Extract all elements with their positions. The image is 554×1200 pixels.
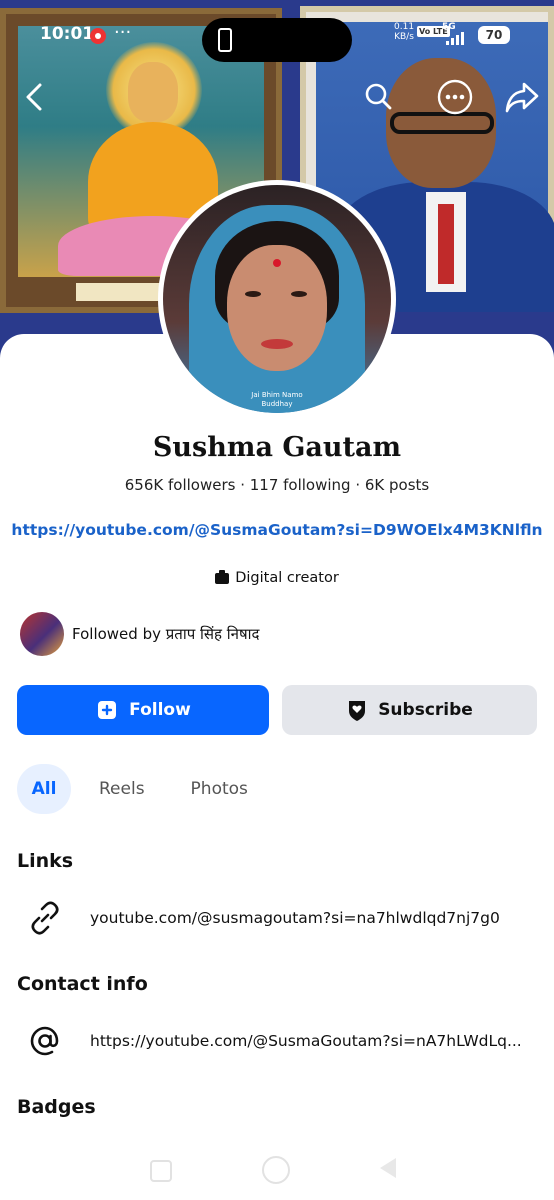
avatar-caption: Jai Bhim Namo Buddhay (251, 391, 303, 408)
links-item-text: youtube.com/@susmagoutam?si=na7hlwdlqd7n… (90, 909, 500, 927)
more-options-icon[interactable] (436, 78, 474, 116)
subscribe-button[interactable]: Subscribe (282, 685, 537, 735)
followed-by-text: Followed by प्रताप सिंह निषाद (72, 625, 260, 643)
briefcase-icon (215, 569, 230, 584)
youtube-notification-icon (90, 28, 106, 44)
contact-item[interactable]: https://youtube.com/@SusmaGoutam?si=nA7h… (26, 1021, 522, 1061)
battery-indicator: 70 (478, 26, 510, 44)
mutual-follower[interactable]: Followed by प्रताप सिंह निषाद (20, 612, 259, 656)
profile-stats[interactable]: 656K followers · 117 following · 6K post… (0, 476, 554, 494)
subscribe-shield-icon (349, 701, 366, 721)
profile-name: Sushma Gautam (152, 432, 402, 463)
mutual-follower-avatar (20, 612, 64, 656)
search-icon[interactable] (360, 78, 396, 114)
contact-item-text: https://youtube.com/@SusmaGoutam?si=nA7h… (90, 1032, 522, 1050)
tab-all[interactable]: All (17, 764, 71, 814)
follow-button[interactable]: Follow (17, 685, 269, 735)
status-time: 10:01 (40, 24, 95, 44)
network-type: 5G (442, 22, 456, 32)
home-icon[interactable] (262, 1156, 290, 1184)
follow-label: Follow (129, 700, 191, 720)
flashlight-icon (218, 28, 232, 52)
profile-avatar[interactable]: Jai Bhim Namo Buddhay (158, 180, 396, 418)
links-item[interactable]: youtube.com/@susmagoutam?si=na7hlwdlqd7n… (26, 898, 500, 938)
network-speed: 0.11 KB/s (394, 22, 415, 42)
profile-link[interactable]: https://youtube.com/@SusmaGoutam?si=D9WO… (0, 521, 554, 539)
status-more-icon: ··· (114, 22, 132, 43)
links-title: Links (17, 850, 74, 872)
signal-bars-icon (446, 32, 464, 45)
status-bar: 10:01 ··· 0.11 KB/s Vo LTE 5G 70 (0, 18, 554, 62)
contact-info-title: Contact info (17, 973, 148, 995)
link-icon (26, 899, 64, 937)
add-friend-icon (98, 701, 117, 719)
tab-reels[interactable]: Reels (99, 764, 145, 814)
back-icon[interactable] (18, 80, 50, 114)
recents-icon[interactable] (150, 1160, 172, 1182)
system-navigation-bar (0, 1140, 554, 1200)
tab-photos[interactable]: Photos (191, 764, 248, 814)
nav-back-icon[interactable] (380, 1158, 396, 1178)
profile-tabs: All Reels Photos (17, 764, 248, 814)
share-icon[interactable] (502, 78, 542, 116)
at-icon (26, 1022, 64, 1060)
category-label: Digital creator (235, 570, 339, 586)
profile-category: Digital creator (0, 569, 554, 586)
badges-title: Badges (17, 1096, 96, 1118)
subscribe-label: Subscribe (378, 700, 473, 720)
